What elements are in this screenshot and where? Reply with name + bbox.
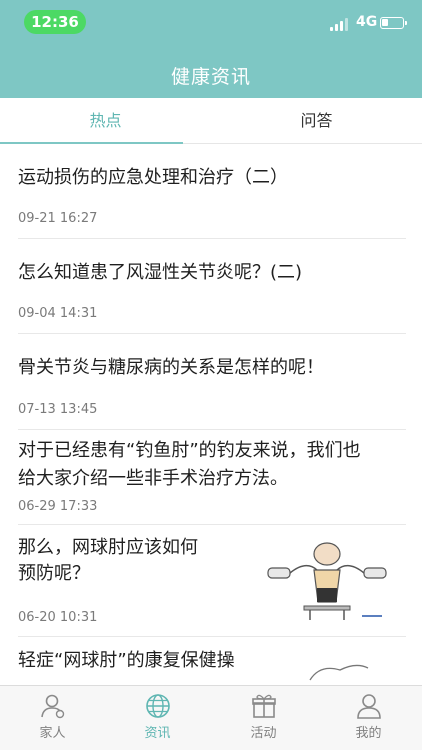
exercise-illustration [267,542,387,620]
article-title-line-1: 那么，网球肘应该如何 [18,537,198,558]
tabbar-label: 我的 [355,726,382,741]
article-title: 运动损伤的应急处理和治疗（二） [18,167,288,188]
tab-hot[interactable]: 热点 [0,98,211,144]
globe-icon [146,694,170,718]
article-title: 骨关节炎与糖尿病的关系是怎样的呢！ [18,357,324,378]
article-date: 06-29 17:33 [18,499,98,514]
article-title: 轻症“网球肘”的康复保健操 [18,650,235,671]
tabbar-label: 资讯 [144,726,171,741]
arm-illustration [309,664,369,681]
status-time: 12:36 [24,10,86,34]
tabbar-label: 活动 [250,726,277,741]
list-item[interactable]: 骨关节炎与糖尿病的关系是怎样的呢！ 07-13 13:45 [18,334,406,430]
gift-icon [252,694,276,718]
network-label: 4G [356,14,378,30]
tab-qa[interactable]: 问答 [211,98,422,144]
family-icon [41,694,65,719]
article-title-line-2: 给大家介绍一些非手术治疗方法。 [18,468,288,489]
tabbar-label: 家人 [39,726,66,741]
list-item[interactable]: 运动损伤的应急处理和治疗（二） 09-21 16:27 [18,145,406,239]
tabbar-item-family[interactable]: 家人 [0,686,105,750]
status-bar: 12:36 4G [0,0,422,50]
tabbar-item-activity[interactable]: 活动 [211,686,316,750]
article-date: 07-13 13:45 [18,402,98,417]
article-title-line-2: 预防呢？ [18,563,90,584]
nav-bar: 健康资讯 [0,50,422,98]
bottom-tab-bar: 家人 资讯 活动 我的 [0,685,422,750]
user-icon [357,694,381,719]
battery-icon [380,17,407,29]
active-tab-indicator [0,142,183,144]
article-date: 06-20 10:31 [18,610,98,625]
article-title: 怎么知道患了风湿性关节炎呢？(二) [18,262,303,283]
tabbar-item-news[interactable]: 资讯 [105,686,210,750]
tabbar-item-me[interactable]: 我的 [316,686,421,750]
list-item[interactable]: 怎么知道患了风湿性关节炎呢？(二) 09-04 14:31 [18,239,406,334]
article-title-line-1: 对于已经患有“钓鱼肘”的钓友来说，我们也 [18,440,361,461]
page-title: 健康资讯 [170,66,251,88]
list-item[interactable]: 对于已经患有“钓鱼肘”的钓友来说，我们也 给大家介绍一些非手术治疗方法。 06-… [18,430,406,525]
signal-icon [330,17,352,31]
article-date: 09-04 14:31 [18,306,98,321]
article-date: 09-21 16:27 [18,211,98,226]
tab-strip: 热点 问答 [0,98,422,144]
